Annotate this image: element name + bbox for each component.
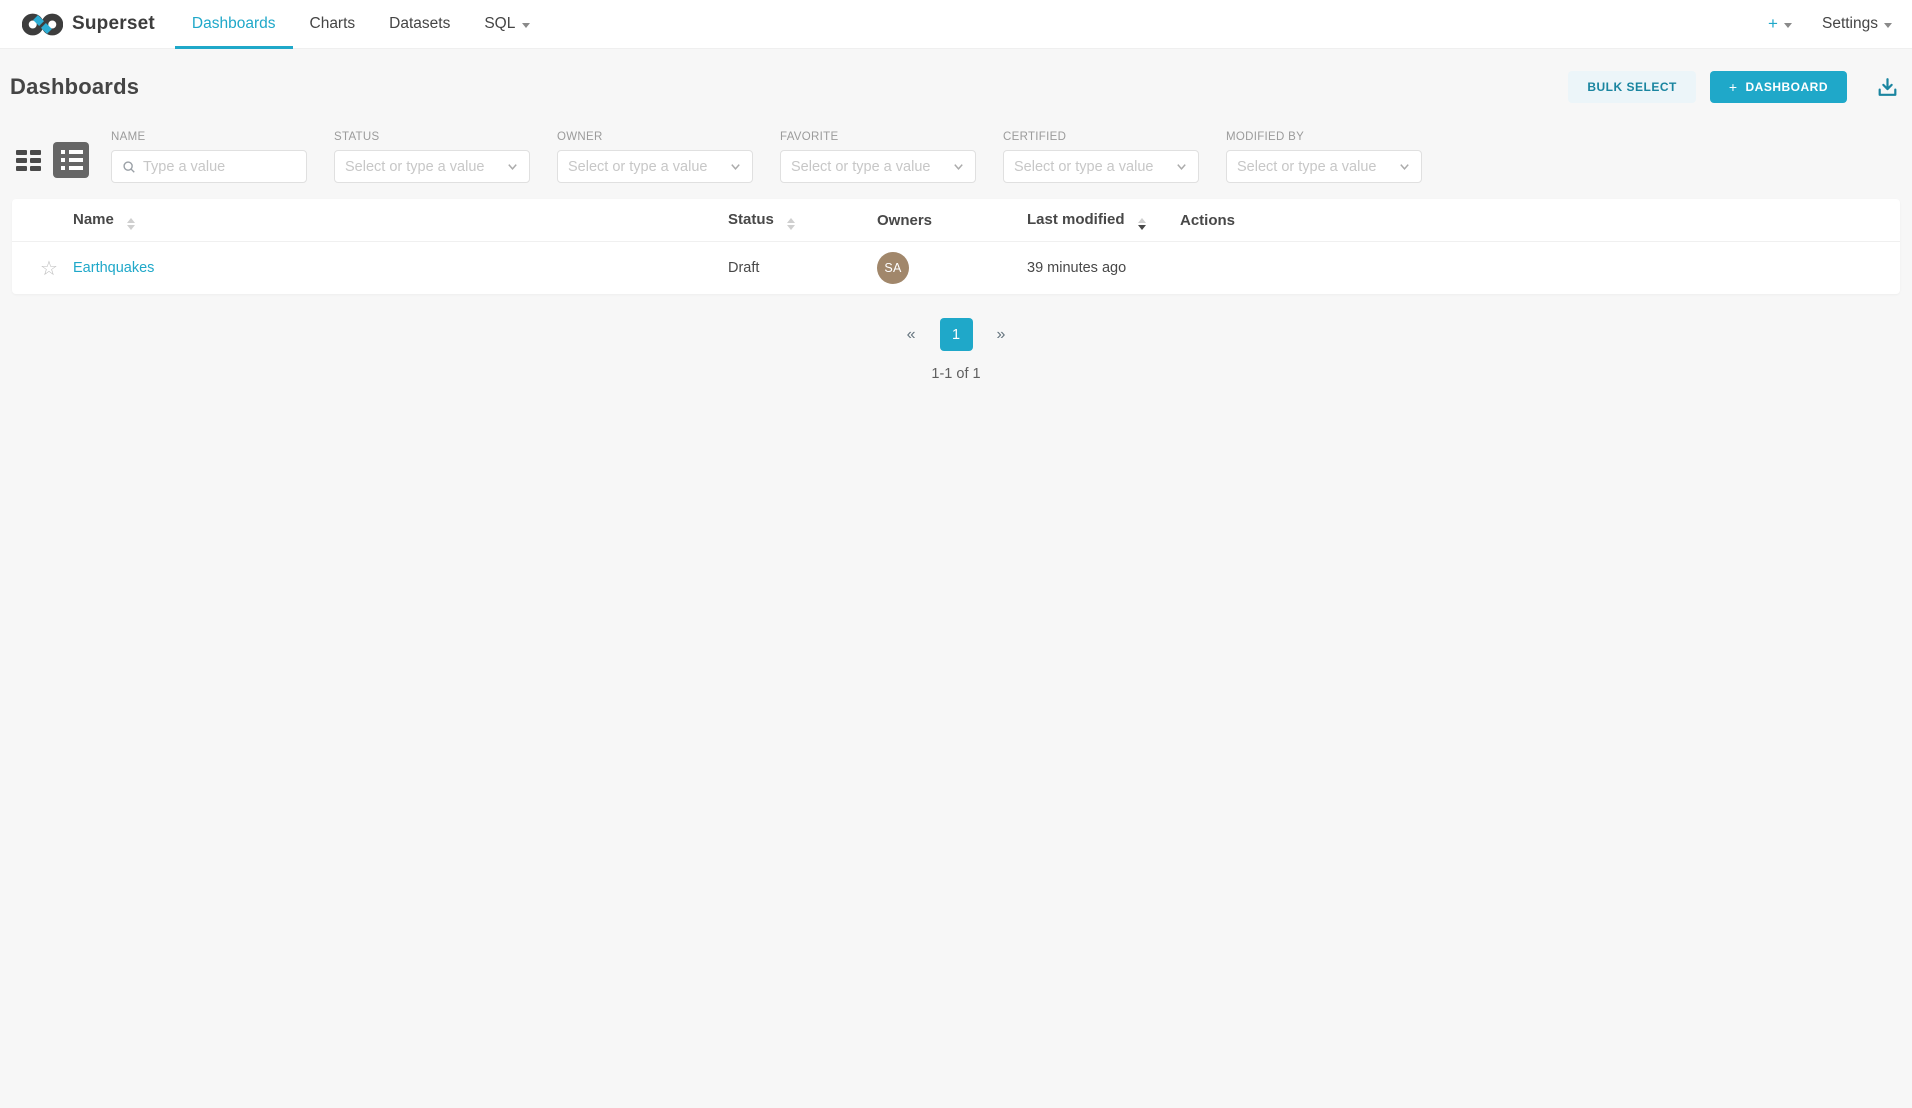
sort-icon	[787, 218, 795, 230]
name-filter[interactable]	[111, 150, 307, 183]
table-header-row: Name Status Owners Last modified Actions	[12, 199, 1900, 242]
filter-certified: CERTIFIED Select or type a value	[1003, 131, 1199, 183]
actions-column-header: Actions	[1180, 199, 1900, 242]
page-header: Dashboards BULK SELECT + DASHBOARD	[0, 49, 1912, 103]
new-item-menu[interactable]: +	[1768, 14, 1792, 34]
status-filter-select[interactable]: Select or type a value	[334, 150, 530, 183]
owners-column-header: Owners	[877, 199, 1027, 242]
brand-name: Superset	[72, 13, 155, 35]
chevron-down-icon	[1175, 160, 1188, 173]
owner-avatar[interactable]: SA	[877, 252, 909, 284]
filter-label: STATUS	[334, 131, 530, 143]
sort-icon	[127, 218, 135, 230]
filter-label: OWNER	[557, 131, 753, 143]
filter-name: NAME	[111, 131, 307, 183]
actions-cell	[1180, 242, 1900, 295]
dashboard-link[interactable]: Earthquakes	[73, 260, 154, 276]
card-view-toggle-icon[interactable]	[16, 150, 41, 171]
filter-label: MODIFIED BY	[1226, 131, 1422, 143]
table-row: ☆ Earthquakes Draft SA 39 minutes ago	[12, 242, 1900, 295]
filter-favorite: FAVORITE Select or type a value	[780, 131, 976, 183]
name-column-header[interactable]: Name	[73, 199, 728, 242]
dashboards-table-card: Name Status Owners Last modified Actions	[12, 199, 1900, 294]
superset-infinity-icon	[22, 11, 63, 38]
certified-filter-select[interactable]: Select or type a value	[1003, 150, 1199, 183]
status-column-header[interactable]: Status	[728, 199, 877, 242]
chevron-down-icon	[1784, 23, 1792, 28]
superset-logo[interactable]: Superset	[0, 0, 155, 48]
nav-tab-datasets[interactable]: Datasets	[372, 0, 467, 48]
settings-menu[interactable]: Settings	[1822, 15, 1892, 33]
chevron-down-icon	[506, 160, 519, 173]
chevron-down-icon	[522, 23, 530, 28]
page-1-button[interactable]: 1	[940, 318, 973, 351]
favorite-column-header	[12, 199, 73, 242]
nav-tab-dashboards[interactable]: Dashboards	[175, 0, 293, 48]
status-cell: Draft	[728, 260, 759, 276]
filter-bar: NAME STATUS Select or type a value OWNER…	[0, 131, 1912, 183]
nav-tab-charts[interactable]: Charts	[293, 0, 373, 48]
chevron-down-icon	[952, 160, 965, 173]
page-title: Dashboards	[10, 74, 139, 100]
dashboards-table: Name Status Owners Last modified Actions	[12, 199, 1900, 294]
modified-by-filter-select[interactable]: Select or type a value	[1226, 150, 1422, 183]
list-view-toggle-icon[interactable]	[53, 142, 89, 178]
pagination: « 1 »	[0, 318, 1912, 351]
top-navbar: Superset Dashboards Charts Datasets SQL …	[0, 0, 1912, 49]
sort-desc-icon	[1138, 218, 1146, 230]
last-modified-cell: 39 minutes ago	[1027, 260, 1126, 276]
filter-status: STATUS Select or type a value	[334, 131, 530, 183]
filter-label: NAME	[111, 131, 307, 143]
search-icon	[122, 160, 136, 174]
bulk-select-button[interactable]: BULK SELECT	[1568, 71, 1696, 103]
filter-modified-by: MODIFIED BY Select or type a value	[1226, 131, 1422, 183]
name-filter-input[interactable]	[143, 159, 296, 175]
filter-label: FAVORITE	[780, 131, 976, 143]
main-nav: Dashboards Charts Datasets SQL	[175, 0, 547, 48]
row-count-summary: 1-1 of 1	[0, 366, 1912, 382]
prev-page-button[interactable]: «	[901, 322, 922, 348]
download-icon	[1875, 75, 1900, 100]
new-dashboard-button[interactable]: + DASHBOARD	[1710, 71, 1847, 103]
filter-owner: OWNER Select or type a value	[557, 131, 753, 183]
chevron-down-icon	[729, 160, 742, 173]
import-dashboards-button[interactable]	[1875, 75, 1900, 100]
chevron-down-icon	[1884, 23, 1892, 28]
nav-tab-sql[interactable]: SQL	[467, 0, 547, 48]
last-modified-column-header[interactable]: Last modified	[1027, 199, 1180, 242]
chevron-down-icon	[1398, 160, 1411, 173]
favorite-filter-select[interactable]: Select or type a value	[780, 150, 976, 183]
favorite-star-icon[interactable]: ☆	[12, 256, 58, 281]
owner-filter-select[interactable]: Select or type a value	[557, 150, 753, 183]
filter-label: CERTIFIED	[1003, 131, 1199, 143]
next-page-button[interactable]: »	[991, 322, 1012, 348]
